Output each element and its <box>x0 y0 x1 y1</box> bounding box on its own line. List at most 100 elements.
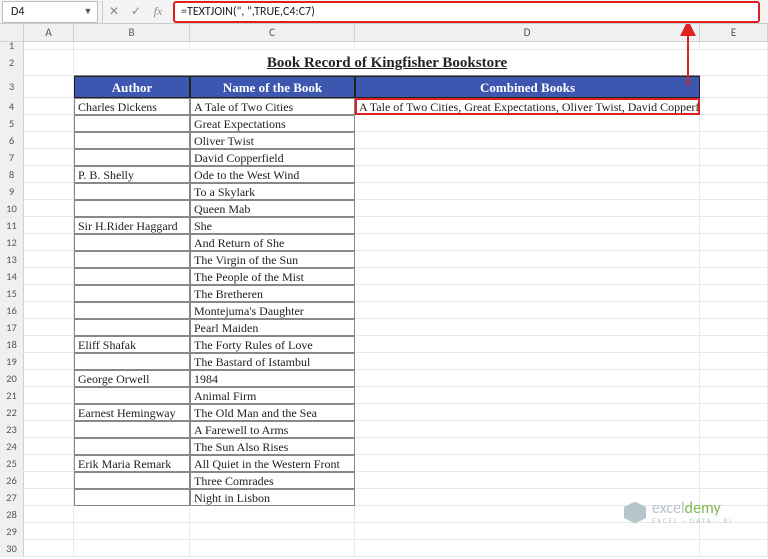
cell[interactable] <box>700 387 768 404</box>
cell[interactable] <box>700 166 768 183</box>
cell[interactable] <box>24 268 74 285</box>
row-header[interactable]: 2 <box>0 50 24 76</box>
cell[interactable] <box>24 370 74 387</box>
book-cell[interactable]: The People of the Mist <box>190 268 355 285</box>
cell[interactable] <box>24 421 74 438</box>
cell[interactable] <box>190 523 355 540</box>
row-header[interactable]: 6 <box>0 132 24 149</box>
author-cell[interactable] <box>74 268 190 285</box>
cell[interactable] <box>355 353 700 370</box>
row-header[interactable]: 7 <box>0 149 24 166</box>
cell[interactable] <box>355 540 700 557</box>
cell[interactable] <box>190 42 355 50</box>
cell[interactable] <box>24 50 74 76</box>
cell[interactable] <box>700 353 768 370</box>
author-cell[interactable] <box>74 353 190 370</box>
cell[interactable] <box>24 166 74 183</box>
cell[interactable] <box>355 132 700 149</box>
author-cell[interactable] <box>74 438 190 455</box>
cell[interactable] <box>700 302 768 319</box>
row-header[interactable]: 18 <box>0 336 24 353</box>
cell[interactable] <box>355 421 700 438</box>
author-cell[interactable] <box>74 183 190 200</box>
cell[interactable] <box>355 438 700 455</box>
header-combined[interactable]: Combined Books <box>355 76 700 98</box>
row-header[interactable]: 16 <box>0 302 24 319</box>
cell[interactable] <box>700 268 768 285</box>
author-cell[interactable]: Earnest Hemingway <box>74 404 190 421</box>
cell[interactable] <box>24 319 74 336</box>
cell[interactable] <box>24 336 74 353</box>
row-header[interactable]: 23 <box>0 421 24 438</box>
author-cell[interactable] <box>74 302 190 319</box>
cell[interactable] <box>24 115 74 132</box>
cell[interactable] <box>700 132 768 149</box>
book-cell[interactable]: David Copperfield <box>190 149 355 166</box>
cell[interactable] <box>355 183 700 200</box>
book-cell[interactable]: Animal Firm <box>190 387 355 404</box>
book-cell[interactable]: 1984 <box>190 370 355 387</box>
combined-books-cell[interactable]: A Tale of Two Cities, Great Expectations… <box>355 98 700 115</box>
cell[interactable] <box>355 115 700 132</box>
cell[interactable] <box>700 319 768 336</box>
book-cell[interactable]: Montejuma's Daughter <box>190 302 355 319</box>
cell[interactable] <box>700 285 768 302</box>
header-book[interactable]: Name of the Book <box>190 76 355 98</box>
author-cell[interactable] <box>74 387 190 404</box>
cell[interactable] <box>700 455 768 472</box>
cell[interactable] <box>700 76 768 98</box>
book-cell[interactable]: A Tale of Two Cities <box>190 98 355 115</box>
col-header-d[interactable]: D <box>355 24 700 42</box>
book-cell[interactable]: She <box>190 217 355 234</box>
chevron-down-icon[interactable]: ▼ <box>81 6 95 17</box>
fx-icon[interactable]: fx <box>147 1 169 23</box>
page-title[interactable]: Book Record of Kingfisher Bookstore <box>74 50 700 76</box>
name-box[interactable]: D4 ▼ <box>2 1 98 23</box>
cell[interactable] <box>74 540 190 557</box>
author-cell[interactable]: Eliff Shafak <box>74 336 190 353</box>
cell[interactable] <box>24 217 74 234</box>
row-header[interactable]: 14 <box>0 268 24 285</box>
book-cell[interactable]: Queen Mab <box>190 200 355 217</box>
cell[interactable] <box>24 404 74 421</box>
header-author[interactable]: Author <box>74 76 190 98</box>
cell[interactable] <box>700 523 768 540</box>
row-header[interactable]: 9 <box>0 183 24 200</box>
author-cell[interactable]: Erik Maria Remark <box>74 455 190 472</box>
cell[interactable] <box>355 268 700 285</box>
book-cell[interactable]: To a Skylark <box>190 183 355 200</box>
cell[interactable] <box>355 336 700 353</box>
author-cell[interactable]: P. B. Shelly <box>74 166 190 183</box>
cell[interactable] <box>700 472 768 489</box>
cell[interactable] <box>24 523 74 540</box>
book-cell[interactable]: Night in Lisbon <box>190 489 355 506</box>
cell[interactable] <box>700 336 768 353</box>
book-cell[interactable]: And Return of She <box>190 234 355 251</box>
cell[interactable] <box>24 132 74 149</box>
cell[interactable] <box>700 217 768 234</box>
formula-input[interactable]: =TEXTJOIN(", ",TRUE,C4:C7) <box>173 1 760 23</box>
author-cell[interactable]: Charles Dickens <box>74 98 190 115</box>
cell[interactable] <box>190 540 355 557</box>
cell[interactable] <box>355 404 700 421</box>
row-header[interactable]: 17 <box>0 319 24 336</box>
cell[interactable] <box>24 251 74 268</box>
book-cell[interactable]: The Virgin of the Sun <box>190 251 355 268</box>
cell[interactable] <box>355 166 700 183</box>
cell[interactable] <box>700 50 768 76</box>
col-header-b[interactable]: B <box>74 24 190 42</box>
row-header[interactable]: 19 <box>0 353 24 370</box>
cell[interactable] <box>700 200 768 217</box>
author-cell[interactable] <box>74 251 190 268</box>
cell[interactable] <box>700 251 768 268</box>
book-cell[interactable]: Three Comrades <box>190 472 355 489</box>
col-header-a[interactable]: A <box>24 24 74 42</box>
cell[interactable] <box>24 438 74 455</box>
row-header[interactable]: 1 <box>0 42 24 50</box>
cell[interactable] <box>355 285 700 302</box>
book-cell[interactable]: All Quiet in the Western Front <box>190 455 355 472</box>
cell[interactable] <box>24 42 74 50</box>
cell[interactable] <box>24 98 74 115</box>
cell[interactable] <box>24 302 74 319</box>
row-header[interactable]: 15 <box>0 285 24 302</box>
